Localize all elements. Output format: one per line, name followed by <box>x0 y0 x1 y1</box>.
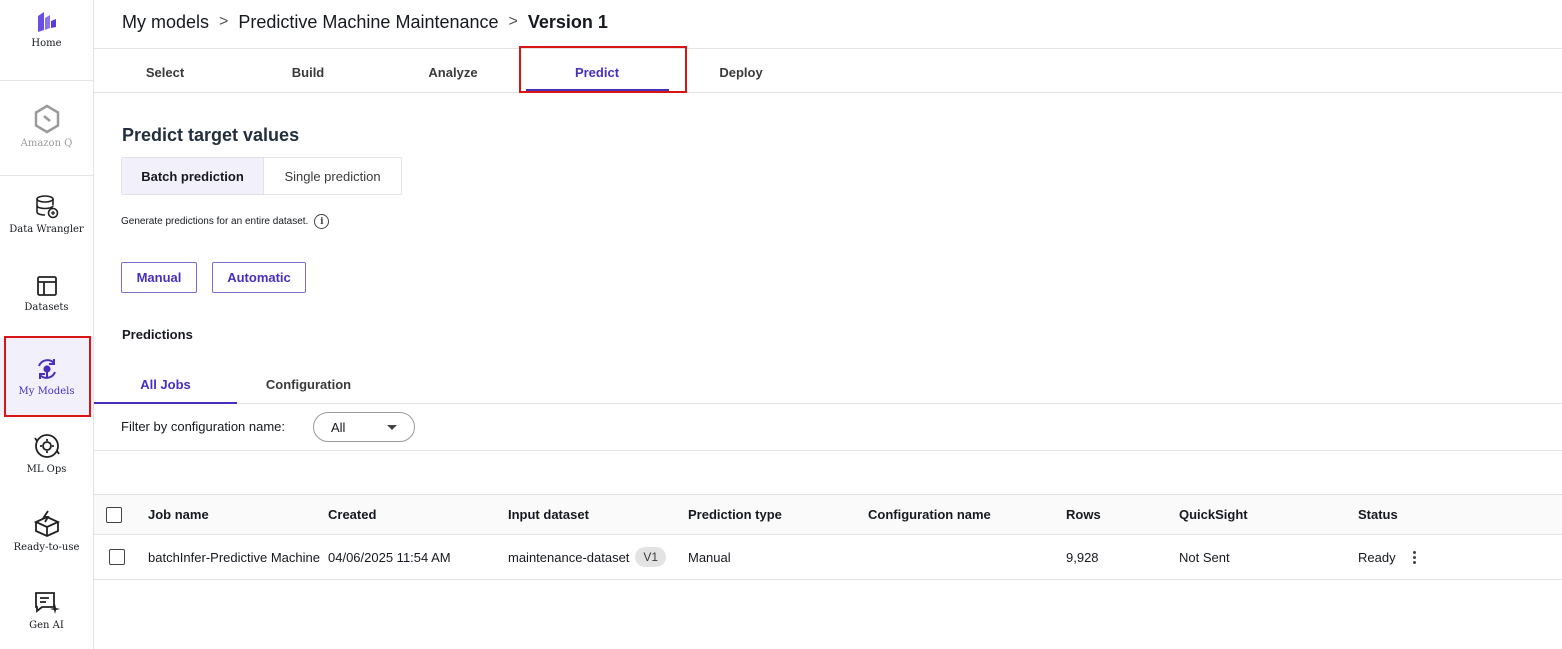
ml-ops-gear-icon <box>33 434 60 458</box>
sidebar-divider <box>0 175 93 176</box>
subtabs-divider <box>237 403 1562 404</box>
sidebar-item-datasets[interactable]: Datasets <box>0 274 93 334</box>
batch-prediction-button[interactable]: Batch prediction <box>122 158 264 194</box>
column-header-job-name[interactable]: Job name <box>148 495 209 534</box>
tab-all-jobs[interactable]: All Jobs <box>94 373 237 395</box>
column-header-rows[interactable]: Rows <box>1066 495 1101 534</box>
header-divider <box>94 48 1562 49</box>
manual-button[interactable]: Manual <box>121 262 197 293</box>
sidebar-item-ready-to-use[interactable]: Ready-to-use <box>0 510 93 570</box>
sidebar-item-amazon-q[interactable]: Amazon Q <box>0 104 93 164</box>
tab-configuration[interactable]: Configuration <box>237 373 380 395</box>
sidebar-item-data-wrangler[interactable]: Data Wrangler <box>0 194 93 254</box>
amazon-q-icon <box>34 104 59 134</box>
column-header-configuration-name[interactable]: Configuration name <box>868 495 991 534</box>
database-icon <box>35 195 58 219</box>
description-text: Generate predictions for an entire datas… <box>121 216 309 227</box>
sidebar-item-label: Gen AI <box>29 620 64 631</box>
status-cell: Ready <box>1358 535 1420 579</box>
rows-cell: 9,928 <box>1066 549 1099 565</box>
column-header-prediction-type[interactable]: Prediction type <box>688 495 782 534</box>
job-name-cell[interactable]: batchInfer-Predictive Machine <box>148 535 320 579</box>
sidebar-item-label: Home <box>31 38 62 49</box>
sidebar-item-my-models[interactable]: My Models <box>0 338 93 415</box>
column-header-created[interactable]: Created <box>328 495 376 534</box>
table-header: Job name Created Input dataset Predictio… <box>94 494 1562 535</box>
chevron-right-icon: > <box>219 13 229 30</box>
breadcrumb: My models > Predictive Machine Maintenan… <box>122 10 608 34</box>
breadcrumb-current: Version 1 <box>527 11 608 32</box>
select-all-cell <box>106 495 122 534</box>
column-header-quicksight[interactable]: QuickSight <box>1179 495 1248 534</box>
tab-active-indicator <box>526 89 669 91</box>
chat-sparkle-icon <box>34 592 60 614</box>
input-dataset-name[interactable]: maintenance-dataset <box>508 550 629 565</box>
column-header-input-dataset[interactable]: Input dataset <box>508 495 589 534</box>
prediction-type-cell: Manual <box>688 549 731 565</box>
table-icon <box>36 276 57 296</box>
sidebar-item-label: Amazon Q <box>20 138 73 149</box>
description: Generate predictions for an entire datas… <box>121 214 330 229</box>
tab-build[interactable]: Build <box>258 61 358 83</box>
caret-down-icon <box>387 425 397 430</box>
predictions-heading: Predictions <box>122 327 193 342</box>
tab-predict[interactable]: Predict <box>547 61 647 83</box>
tab-select[interactable]: Select <box>115 61 215 83</box>
column-header-status[interactable]: Status <box>1358 495 1398 534</box>
info-icon[interactable]: i <box>314 214 330 229</box>
model-cycle-icon <box>37 359 56 379</box>
prediction-mode-toggle: Batch prediction Single prediction <box>121 157 402 195</box>
tabs-divider <box>94 92 1562 93</box>
sidebar-item-ml-ops[interactable]: ML Ops <box>0 432 93 492</box>
table-row[interactable]: batchInfer-Predictive Machine 04/06/2025… <box>94 535 1562 580</box>
page-title: Predict target values <box>122 125 300 145</box>
breadcrumb-my-models[interactable]: My models <box>122 12 209 33</box>
sidebar: Home Amazon Q Data Wrangler Datasets My … <box>0 0 94 649</box>
sidebar-item-gen-ai[interactable]: Gen AI <box>0 590 93 649</box>
subtab-active-indicator <box>94 402 237 404</box>
automatic-button[interactable]: Automatic <box>212 262 306 293</box>
dataset-version-badge: V1 <box>635 547 667 567</box>
box-lightning-icon <box>33 510 60 537</box>
filter-divider <box>94 450 1562 451</box>
sidebar-item-home[interactable]: Home <box>0 10 93 70</box>
tab-deploy[interactable]: Deploy <box>691 61 791 83</box>
quicksight-cell: Not Sent <box>1179 549 1230 565</box>
sidebar-item-label: Ready-to-use <box>13 542 80 553</box>
configuration-filter-select[interactable]: All <box>313 412 415 442</box>
single-prediction-button[interactable]: Single prediction <box>264 158 401 194</box>
filter-label: Filter by configuration name: <box>121 419 286 434</box>
select-value: All <box>331 419 346 435</box>
breadcrumb-project[interactable]: Predictive Machine Maintenance <box>238 12 498 33</box>
status-text: Ready <box>1358 549 1396 565</box>
home-logo-icon <box>37 12 56 32</box>
select-all-checkbox[interactable] <box>106 506 122 523</box>
more-actions-icon[interactable] <box>1410 548 1420 566</box>
created-cell: 04/06/2025 11:54 AM <box>328 549 451 565</box>
row-select-cell <box>109 535 125 579</box>
sidebar-item-label: Datasets <box>24 302 69 313</box>
sidebar-item-label: My Models <box>18 386 75 397</box>
row-checkbox[interactable] <box>109 549 125 565</box>
tab-analyze[interactable]: Analyze <box>403 61 503 83</box>
input-dataset-cell: maintenance-dataset V1 <box>508 535 667 579</box>
sidebar-item-label: Data Wrangler <box>9 224 84 235</box>
sidebar-divider <box>0 80 93 81</box>
sidebar-item-label: ML Ops <box>26 464 67 475</box>
chevron-right-icon: > <box>508 13 518 30</box>
